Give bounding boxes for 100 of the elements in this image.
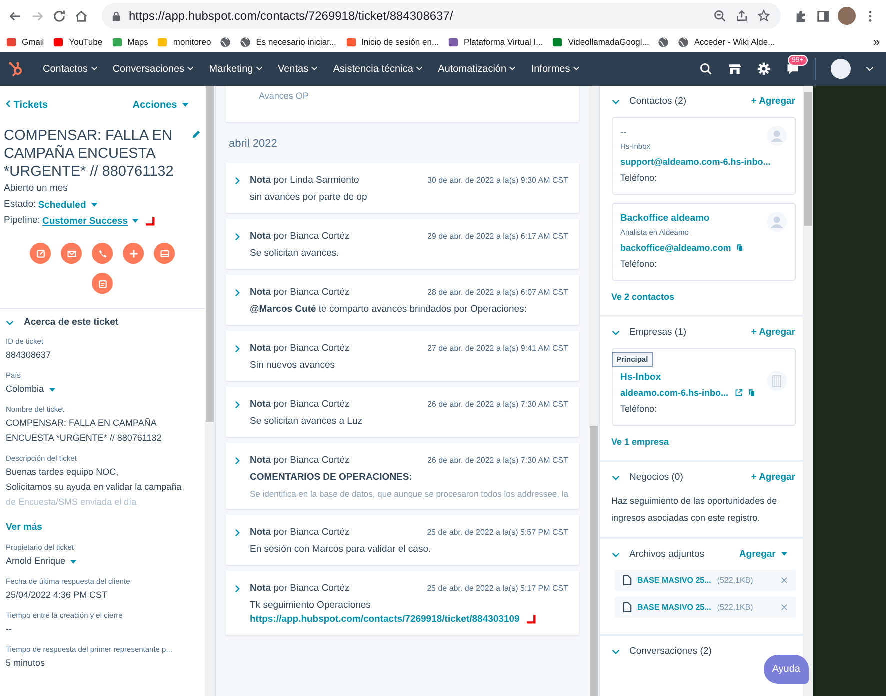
bookmark-link[interactable]: VideollamadaGoogl... [568,37,650,47]
caret-icon[interactable] [416,66,424,72]
call-button[interactable] [92,243,113,264]
note-title[interactable]: Nota por Bianca Cortéz [250,527,428,538]
contact-name[interactable]: -- [620,126,766,140]
bookmark-link[interactable]: Inicio de sesión en... [362,37,440,47]
contact-name[interactable]: Backoffice aldeamo [620,212,766,226]
bookmark-icon[interactable] [346,36,357,48]
note-title[interactable]: Nota por Bianca Cortéz [250,455,428,466]
bookmark-link[interactable]: Acceder - Wiki Alde... [694,37,776,47]
task-button[interactable] [92,273,113,294]
sprocket-logo-icon[interactable] [8,61,24,77]
chevron-icon[interactable] [235,176,240,184]
help-button[interactable]: Ayuda [764,655,808,684]
note-title[interactable]: Nota por Bianca Cortéz [250,583,428,594]
note-button[interactable] [30,243,51,264]
bookmark-icon[interactable] [448,36,460,48]
storefront-icon[interactable] [728,62,742,76]
pencil-icon[interactable] [192,130,201,139]
chevron-icon[interactable] [612,330,620,336]
user-avatar[interactable] [831,59,851,79]
side-panel-icon[interactable] [816,8,831,24]
chevron-icon[interactable] [612,98,620,104]
star-icon[interactable] [757,9,771,23]
pipeline-dropdown[interactable]: Customer Success [42,216,128,226]
see-more-link[interactable]: Ver más [6,522,42,533]
reload-icon[interactable] [52,8,67,24]
section-heading[interactable]: Empresas (1) [630,327,742,338]
add-button[interactable] [123,243,144,264]
note-title[interactable]: Nota por Bianca Cortéz [250,343,428,354]
email-button[interactable] [61,243,82,264]
bookmark-link[interactable]: Maps [128,37,148,47]
add-link[interactable]: + Agregar [751,96,796,107]
domain-link[interactable]: aldeamo.com-6.hs-inbo... [620,385,729,401]
caret-icon[interactable] [573,66,580,72]
nav-menu-item[interactable]: Automatización [438,64,516,74]
globe-icon[interactable] [678,36,690,48]
caret-icon[interactable] [509,66,516,72]
chevron-icon[interactable] [612,552,620,558]
chevron-icon[interactable] [235,232,240,240]
add-link[interactable]: + Agregar [751,472,796,483]
back-to-tickets-link[interactable]: Tickets [6,100,48,111]
view-companies-link[interactable]: Ve 1 empresa [612,434,796,450]
settings-icon[interactable] [757,62,771,76]
chevron-icon[interactable] [235,288,240,296]
ticket-link[interactable]: https://app.hubspot.com/contacts/7269918/ticket/884303109 [250,614,520,625]
chevron-icon[interactable] [235,528,240,536]
scrollbar[interactable] [588,86,598,696]
search-icon[interactable] [699,62,713,76]
view-contacts-link[interactable]: Ve 2 contactos [612,289,796,305]
note-title[interactable]: Nota por Bianca Cortéz [250,399,428,410]
close-icon[interactable] [780,604,788,611]
section-heading[interactable]: Contactos (2) [630,96,742,107]
bookmark-link[interactable]: monitoreo [173,37,212,47]
add-link[interactable]: + Agregar [751,327,796,338]
scrollbar[interactable] [205,86,215,696]
external-link-icon[interactable] [734,389,743,397]
company-name[interactable]: Hs-Inbox [620,371,766,385]
actions-dropdown[interactable]: Acciones [132,100,189,111]
zoom-out-icon[interactable] [713,9,727,23]
more-bookmarks-button[interactable]: » [873,35,880,49]
copy-icon[interactable] [737,244,744,252]
close-icon[interactable] [780,577,788,584]
chevron-icon[interactable] [6,320,14,326]
nav-menu-item[interactable]: Ventas [278,64,318,74]
scrollbar[interactable] [802,86,812,696]
email-link[interactable]: backoffice@aldeamo.com [620,240,732,256]
bookmark-link[interactable]: Gmail [22,37,44,47]
caret-icon[interactable] [866,66,874,72]
chevron-icon[interactable] [235,584,240,592]
field-dropdown[interactable]: Arnold Enrique [6,554,199,569]
note-title[interactable]: Nota por Linda Sarmiento [250,175,428,186]
bookmark-icon[interactable] [112,36,123,48]
home-icon[interactable] [74,8,89,24]
note-title[interactable]: Nota por Bianca Cortéz [250,231,428,242]
nav-menu-item[interactable]: Marketing [209,64,263,74]
nav-menu-item[interactable]: Informes [531,64,580,74]
globe-icon[interactable] [220,36,232,48]
section-heading[interactable]: Negocios (0) [630,472,742,483]
bookmark-icon[interactable] [552,36,564,48]
bookmark-link[interactable]: YouTube [69,37,103,47]
caret-icon[interactable] [90,66,98,72]
chevron-icon[interactable] [612,474,620,480]
add-dropdown[interactable]: Agregar [739,549,788,560]
nav-menu-item[interactable]: Asistencia técnica [333,64,424,74]
caret-icon[interactable] [187,66,194,72]
bookmark-icon[interactable] [6,36,17,48]
section-heading[interactable]: Acerca de este ticket [24,317,119,328]
bookmark-link[interactable]: Plataforma Virtual I... [464,37,544,47]
note-title[interactable]: Nota por Bianca Cortéz [250,287,428,298]
nav-menu-item[interactable]: Conversaciones [112,64,194,74]
section-heading[interactable]: Conversaciones (2) [630,646,796,657]
address-bar[interactable]: https://app.hubspot.com/contacts/7269918/ticket/884308637/ [102,3,781,29]
status-dropdown[interactable]: Scheduled [38,200,98,210]
email-link[interactable]: support@aldeamo.com-6.hs-inbo... [620,154,771,170]
bookmark-link[interactable]: Es necesario iniciar... [256,37,337,47]
copy-icon[interactable] [748,389,755,397]
meeting-button[interactable] [154,243,175,264]
section-heading[interactable]: Archivos adjuntos [630,549,730,560]
globe-icon[interactable] [240,36,252,48]
